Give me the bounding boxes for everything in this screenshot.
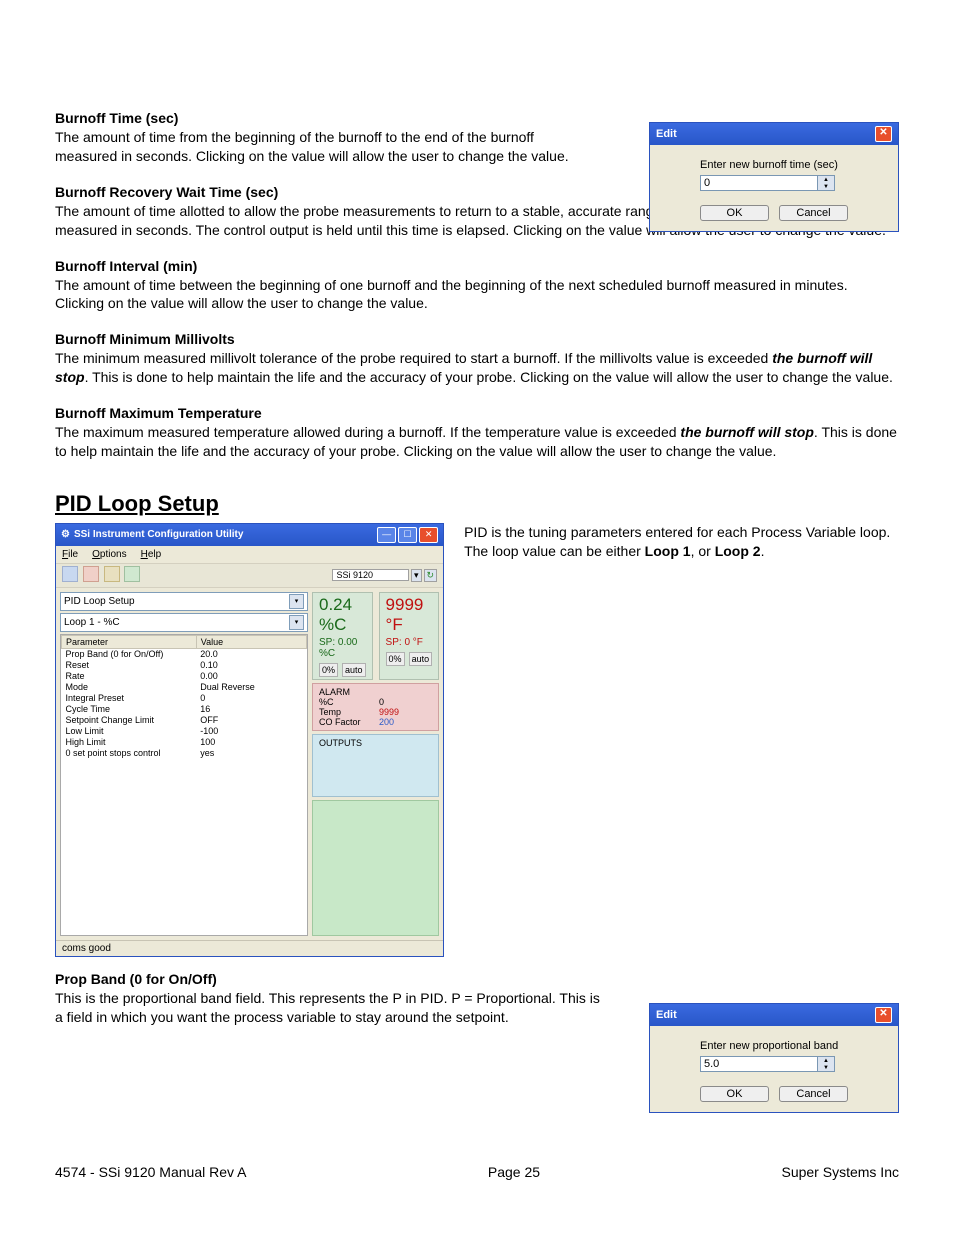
toolbar-icon[interactable] — [104, 566, 120, 582]
footer-left: 4574 - SSi 9120 Manual Rev A — [55, 1164, 246, 1180]
pv-mode[interactable]: auto — [342, 663, 366, 677]
parameter-table: Parameter Value Prop Band (0 for On/Off)… — [60, 634, 308, 936]
close-icon[interactable]: ✕ — [875, 1007, 892, 1023]
ok-button[interactable]: OK — [700, 1086, 769, 1102]
app-icon: ⚙ — [61, 529, 70, 540]
menu-help[interactable]: Help — [141, 549, 162, 560]
cancel-button[interactable]: Cancel — [779, 205, 848, 221]
menubar: File Options Help — [56, 546, 443, 563]
dialog-label: Enter new burnoff time (sec) — [700, 159, 848, 171]
table-row[interactable]: Cycle Time16 — [62, 704, 307, 715]
outputs-panel: OUTPUTS — [312, 734, 439, 797]
dialog-titlebar: Edit ✕ — [650, 123, 898, 145]
alarm-heading: ALARM — [319, 687, 432, 697]
text-prop-band: This is the proportional band field. Thi… — [55, 989, 605, 1027]
close-icon[interactable]: ✕ — [419, 527, 438, 543]
table-row[interactable]: Prop Band (0 for On/Off)20.0 — [62, 648, 307, 660]
dialog-label: Enter new proportional band — [700, 1040, 848, 1052]
menu-options[interactable]: Options — [92, 549, 126, 560]
outputs-heading: OUTPUTS — [319, 738, 432, 748]
document-page: Edit ✕ Enter new burnoff time (sec) ▲▼ O… — [0, 0, 954, 1235]
dialog-titlebar: Edit ✕ — [650, 1004, 898, 1026]
dialog-title: Edit — [656, 1009, 677, 1021]
heading-burnoff-min-mv: Burnoff Minimum Millivolts — [55, 331, 899, 347]
menu-file[interactable]: File — [62, 549, 78, 560]
heading-pid-loop-setup: PID Loop Setup — [55, 491, 899, 517]
dialog-title: Edit — [656, 128, 677, 140]
footer-right: Super Systems Inc — [781, 1164, 899, 1180]
ok-button[interactable]: OK — [700, 205, 769, 221]
spinner[interactable]: ▲▼ — [818, 1056, 835, 1072]
status-bar: coms good — [56, 940, 443, 956]
alarm-panel: ALARM %C0 Temp9999 CO Factor200 — [312, 683, 439, 731]
chevron-down-icon[interactable]: ▼ — [818, 1064, 834, 1071]
pv-mode[interactable]: auto — [409, 652, 433, 666]
model-select[interactable]: SSi 9120 — [332, 569, 409, 581]
close-icon[interactable]: ✕ — [875, 126, 892, 142]
chevron-down-icon[interactable]: ▾ — [289, 615, 304, 630]
text-burnoff-min-mv: The minimum measured millivolt tolerance… — [55, 349, 899, 387]
dialog-body: Enter new burnoff time (sec) ▲▼ OK Cance… — [650, 145, 898, 231]
pv-output-percent[interactable]: 0% — [386, 652, 405, 666]
table-row[interactable]: Setpoint Change LimitOFF — [62, 715, 307, 726]
text-burnoff-time: The amount of time from the beginning of… — [55, 128, 595, 166]
pv-temp-panel: 9999 °F SP: 0 °F 0% auto — [379, 592, 440, 680]
page-footer: 4574 - SSi 9120 Manual Rev A Page 25 Sup… — [55, 1164, 899, 1180]
pv-carbon-value: 0.24 %C — [319, 595, 366, 635]
edit-dialog-burnoff-time: Edit ✕ Enter new burnoff time (sec) ▲▼ O… — [649, 122, 899, 232]
chevron-down-icon[interactable]: ▾ — [289, 594, 304, 609]
cancel-button[interactable]: Cancel — [779, 1086, 848, 1102]
edit-dialog-prop-band: Edit ✕ Enter new proportional band ▲▼ OK… — [649, 1003, 899, 1113]
chevron-down-icon[interactable]: ▼ — [818, 183, 834, 190]
pv-temp-value: 9999 °F — [386, 595, 433, 635]
table-row[interactable]: Low Limit-100 — [62, 726, 307, 737]
table-row[interactable]: ModeDual Reverse — [62, 682, 307, 693]
events-panel — [312, 800, 439, 936]
table-row[interactable]: Reset0.10 — [62, 660, 307, 671]
heading-prop-band: Prop Band (0 for On/Off) — [55, 971, 605, 987]
table-row[interactable]: Integral Preset0 — [62, 693, 307, 704]
pv-carbon-panel: 0.24 %C SP: 0.00 %C 0% auto — [312, 592, 373, 680]
chevron-up-icon[interactable]: ▲ — [818, 1057, 834, 1064]
heading-burnoff-max-temp: Burnoff Maximum Temperature — [55, 405, 899, 421]
toolbar-icon[interactable] — [62, 566, 78, 582]
prop-band-input[interactable] — [700, 1056, 818, 1072]
toolbar-icon[interactable] — [124, 566, 140, 582]
window-title: SSi Instrument Configuration Utility — [74, 529, 243, 540]
spinner[interactable]: ▲▼ — [818, 175, 835, 191]
text-burnoff-interval: The amount of time between the beginning… — [55, 276, 899, 314]
maximize-icon[interactable]: ☐ — [398, 527, 417, 543]
minimize-icon[interactable]: — — [377, 527, 396, 543]
heading-burnoff-interval: Burnoff Interval (min) — [55, 258, 899, 274]
table-row[interactable]: Rate0.00 — [62, 671, 307, 682]
pv-output-percent[interactable]: 0% — [319, 663, 338, 677]
col-value: Value — [196, 635, 306, 648]
text-burnoff-max-temp: The maximum measured temperature allowed… — [55, 423, 899, 461]
toolbar: SSi 9120 ▾ ↻ — [56, 563, 443, 588]
setup-select[interactable]: PID Loop Setup ▾ — [60, 592, 308, 611]
burnoff-time-input[interactable] — [700, 175, 818, 191]
refresh-icon[interactable]: ↻ — [424, 569, 438, 582]
col-parameter: Parameter — [62, 635, 197, 648]
window-titlebar: ⚙ SSi Instrument Configuration Utility —… — [56, 524, 443, 546]
pid-description: PID is the tuning parameters entered for… — [464, 523, 899, 561]
table-row[interactable]: High Limit100 — [62, 737, 307, 748]
config-utility-window: ⚙ SSi Instrument Configuration Utility —… — [55, 523, 444, 957]
chevron-down-icon[interactable]: ▾ — [411, 569, 422, 582]
footer-center: Page 25 — [488, 1164, 540, 1180]
pv-carbon-setpoint: SP: 0.00 %C — [319, 637, 366, 659]
dialog-body: Enter new proportional band ▲▼ OK Cancel — [650, 1026, 898, 1112]
table-row[interactable]: 0 set point stops controlyes — [62, 748, 307, 759]
loop-select[interactable]: Loop 1 - %C ▾ — [60, 613, 308, 632]
chevron-up-icon[interactable]: ▲ — [818, 176, 834, 183]
toolbar-icon[interactable] — [83, 566, 99, 582]
pv-temp-setpoint: SP: 0 °F — [386, 637, 433, 648]
